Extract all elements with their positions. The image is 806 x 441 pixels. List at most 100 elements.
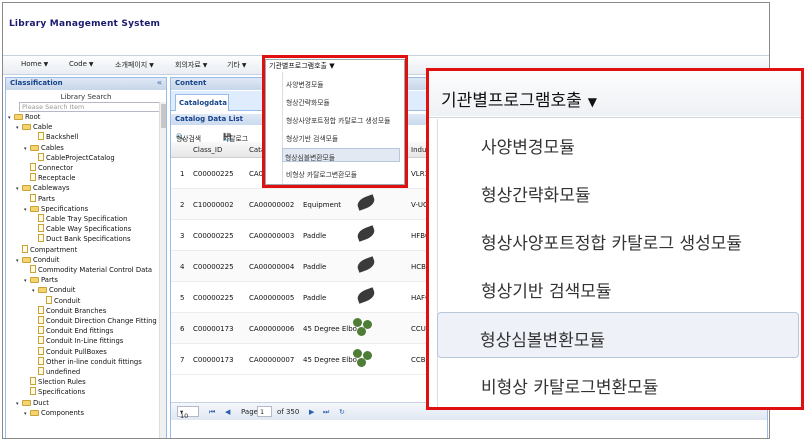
folder-icon [30,205,39,212]
tree-node-label: Conduit In-Line fittings [46,337,124,346]
last-page-icon[interactable]: ⏭ [323,408,329,417]
next-page-icon[interactable]: ▶ [309,408,314,416]
tree-leaf-node[interactable]: Duct Bank Specifications [32,234,131,244]
cell-class-id: C00000225 [193,263,234,271]
tree-leaf-node[interactable]: Conduit PullBoxes [32,346,107,357]
app-logo: Library Management System [9,19,161,29]
first-page-icon[interactable]: ⏮ [209,408,215,417]
cell-class-id: C00000173 [193,325,234,333]
tree-folder-node[interactable]: ▾ Cable [16,122,52,132]
page-count: of 350 [277,408,300,416]
cell-name: Equipment [303,201,341,209]
tree-folder-node[interactable]: ▾ Root [8,112,40,122]
tree-leaf-node[interactable]: Conduit Direction Change Fitting [32,316,157,326]
document-icon [30,193,36,202]
cell-catalog: CA00000005 [249,294,295,302]
zoom-menu-item[interactable]: 형상간략화모듈 [439,168,797,214]
tree-node-label: Commodity Material Control Data [38,266,153,274]
cell-catalog: CA00000003 [249,232,295,240]
classification-tree: ▾ Root ▾ Cable Backshell ▾ Cables CableProjectC… [6,112,160,438]
cell-name: 45 Degree Elbo [303,325,357,333]
prev-page-icon[interactable]: ◀ [225,408,230,416]
tree-folder-node[interactable]: ▾ Cableways [16,183,70,193]
folder-icon [38,287,47,294]
tree-folder-node[interactable]: ▾ Conduit [16,255,59,265]
menu-meetings[interactable]: 회의자료 ▼ [175,60,207,70]
collapse-icon[interactable]: « [157,78,162,87]
zoom-menu-title[interactable]: 기관별프로그램호출 ▼ [441,86,597,111]
tree-folder-node[interactable]: ▾ Parts [24,275,58,285]
menu-home[interactable]: Home ▼ [21,60,48,68]
tree-node-label: Connector [38,164,74,172]
highlight-box-small [262,55,408,188]
tree-leaf-node[interactable]: Commodity Material Control Data [24,265,152,275]
folder-icon [22,399,31,406]
tree-node-label: Components [41,408,85,417]
tree-leaf-node[interactable]: Compartment [16,244,78,255]
tree-leaf-node[interactable]: CableProjectCatalog [32,152,115,163]
tree-leaf-node[interactable]: undefined [32,367,80,377]
cell-no: 5 [180,294,185,302]
tree-node-label: Parts [41,276,58,285]
tree-leaf-node[interactable]: Specifications [24,387,85,397]
tab-catalogdata[interactable]: Catalogdata [175,94,229,111]
tree-folder-node[interactable]: ▾ Components [24,408,84,418]
tree-leaf-node[interactable]: Backshell [32,132,78,142]
tree-leaf-node[interactable]: Conduit [40,295,81,306]
chevron-down-icon: ▼ [149,62,154,69]
tree-node-label: Receptacle [38,174,76,183]
chevron-down-icon: ▼ [587,95,597,109]
menu-intro[interactable]: 소개페이지 ▼ [115,60,154,70]
tree-folder-node[interactable]: ▾ Conduit [32,285,75,295]
tree-node-label: Conduit Direction Change Fitting [46,317,157,325]
page-number-input[interactable]: 1 [257,406,272,417]
document-icon [38,305,44,314]
document-icon [46,295,52,304]
tree-scrollbar[interactable] [159,102,166,438]
document-icon [30,387,36,396]
zoom-menu-item[interactable]: 사양변경모듈 [439,120,797,166]
tree-leaf-node[interactable]: Parts [24,193,55,204]
zoom-menu-item[interactable]: 형상심볼변환모듈 [437,312,799,358]
tree-leaf-node[interactable]: Other in-line conduit fittings [32,356,142,367]
tree-leaf-node[interactable]: Cable Way Specifications [32,224,131,234]
tree-folder-node[interactable]: ▾ Cables [24,143,64,153]
cell-catalog: CA00000004 [249,263,295,271]
cell-catalog: CA00000007 [249,356,295,364]
tree-node-label: Conduit [54,296,81,305]
tree-leaf-node[interactable]: Slection Rules [24,377,86,387]
tree-node-label: Other in-line conduit fittings [46,357,142,366]
tree-leaf-node[interactable]: Connector [24,163,73,173]
cell-catalog: CA00000002 [249,201,295,209]
document-icon [30,173,36,182]
refresh-icon[interactable]: ↻ [339,408,345,416]
tree-folder-node[interactable]: ▾ Specifications [24,204,88,214]
document-icon [38,214,44,222]
chevron-down-icon: ▼ [241,62,247,69]
cell-no: 3 [180,232,185,240]
tree-node-label: Conduit Branches [46,306,107,315]
zoom-menu-item[interactable]: 형상기반 검색모듈 [439,264,797,310]
zoom-menu-item[interactable]: 비형상 카탈로그변환모듈 [439,360,797,406]
tree-leaf-node[interactable]: Receptacle [24,173,75,183]
tree-leaf-node[interactable]: Conduit In-Line fittings [32,336,123,346]
classification-panel: Classification « Library Search Please Se… [5,77,167,438]
menu-code[interactable]: Code ▼ [69,60,94,68]
menu-etc[interactable]: 기타 ▼ [227,60,247,70]
tree-leaf-node[interactable]: Conduit Branches [32,305,107,316]
zoom-menu-item[interactable]: 형상사양포트정합 카탈로그 생성모듈 [439,216,797,262]
cell-class-id: C00000173 [193,356,234,364]
tree-folder-node[interactable]: ▾ Duct [16,398,49,408]
library-search-input[interactable]: Please Search Item [19,102,162,112]
tree-leaf-node[interactable]: Cable Tray Specification [32,214,127,224]
document-icon [30,163,36,171]
shape-thumbnail [355,225,377,242]
page-size-select[interactable]: 10 ▾ [177,406,199,420]
tree-leaf-node[interactable]: Conduit End fittings [32,326,113,336]
tree-node-label: Cableways [33,184,70,193]
tree-node-label: undefined [46,368,81,376]
document-icon [38,152,44,161]
document-icon [38,326,44,335]
col-class-id[interactable]: Class_ID [193,146,222,154]
tree-node-label: Compartment [30,245,78,254]
